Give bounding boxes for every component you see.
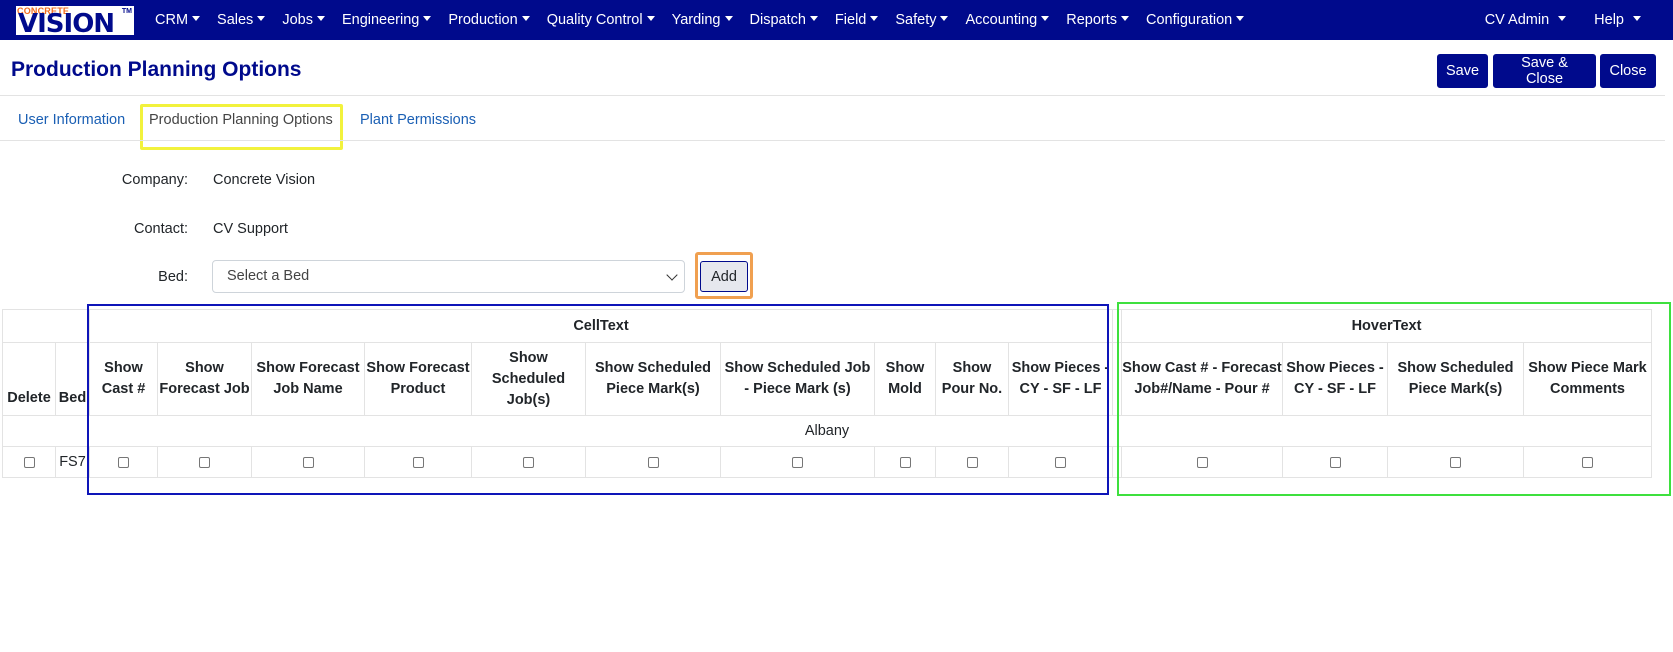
delete-checkbox[interactable] xyxy=(23,456,35,468)
show-scheduled-piece-marks-checkbox[interactable] xyxy=(647,456,659,468)
col-header-show-scheduled-job-piece-mark: Show Scheduled Job - Piece Mark (s) xyxy=(720,342,875,416)
top-navbar: CONCRETE VISION TM CRM Sales Jobs Engine… xyxy=(0,0,1673,40)
col-header-gap xyxy=(1112,342,1122,416)
menu-configuration[interactable]: Configuration xyxy=(1146,12,1244,28)
gap-cell xyxy=(1112,446,1122,478)
logo-main-text: VISION xyxy=(18,9,115,35)
contact-label: Contact: xyxy=(134,221,188,237)
chevron-down-icon xyxy=(666,269,678,281)
logo-trademark: TM xyxy=(121,8,132,15)
menu-crm[interactable]: CRM xyxy=(155,12,200,28)
hover-piece-mark-comments-checkbox[interactable] xyxy=(1582,456,1593,468)
col-header-show-pieces: Show Pieces - CY - SF - LF xyxy=(1008,342,1113,416)
menu-safety[interactable]: Safety xyxy=(895,12,948,28)
tab-production-planning-options[interactable]: Production Planning Options xyxy=(149,112,333,128)
menu-dispatch[interactable]: Dispatch xyxy=(750,12,818,28)
menu-production[interactable]: Production xyxy=(448,12,529,28)
menu-engineering[interactable]: Engineering xyxy=(342,12,431,28)
menu-sales[interactable]: Sales xyxy=(217,12,265,28)
col-header-show-mold: Show Mold xyxy=(874,342,936,416)
col-header-show-pour-no: Show Pour No. xyxy=(935,342,1009,416)
col-header-hover-cast-forecast-pour: Show Cast # - Forecast Job#/Name - Pour … xyxy=(1121,342,1283,416)
show-forecast-job-name-checkbox[interactable] xyxy=(302,456,314,468)
show-scheduled-jobs-checkbox[interactable] xyxy=(523,456,534,468)
col-header-show-cast: Show Cast # xyxy=(89,342,158,416)
menu-yarding[interactable]: Yarding xyxy=(672,12,733,28)
group-header-hovertext: HoverText xyxy=(1121,309,1652,343)
company-value: Concrete Vision xyxy=(213,172,316,188)
hover-pieces-checkbox[interactable] xyxy=(1329,456,1341,468)
add-bed-button[interactable]: Add xyxy=(700,261,748,292)
group-header-celltext: CellText xyxy=(89,309,1113,343)
help-menu[interactable]: Help xyxy=(1594,12,1641,28)
col-header-hover-piece-mark-comments: Show Piece Mark Comments xyxy=(1523,342,1652,416)
save-close-button[interactable]: Save & Close xyxy=(1493,54,1596,88)
plant-group-label: Albany xyxy=(2,415,1652,447)
main-menu: CRM Sales Jobs Engineering Production Qu… xyxy=(155,0,1261,40)
bed-label: Bed: xyxy=(158,269,188,285)
col-header-bed: Bed xyxy=(55,342,90,416)
show-pour-no-checkbox[interactable] xyxy=(966,456,978,468)
hover-cast-forecast-pour-checkbox[interactable] xyxy=(1196,456,1208,468)
user-menu[interactable]: CV Admin xyxy=(1485,12,1566,28)
col-header-hover-pieces: Show Pieces - CY - SF - LF xyxy=(1282,342,1388,416)
user-menu-area: CV Admin Help xyxy=(1457,0,1641,40)
contact-value: CV Support xyxy=(213,221,288,237)
col-header-show-forecast-job: Show Forecast Job xyxy=(157,342,252,416)
group-header-gap xyxy=(1112,309,1122,343)
save-button[interactable]: Save xyxy=(1437,54,1488,88)
table-group-row: Albany xyxy=(2,415,1652,447)
table-row: FS7 xyxy=(2,446,1652,478)
bed-name-cell: FS7 xyxy=(55,446,90,478)
menu-quality-control[interactable]: Quality Control xyxy=(547,12,655,28)
menu-field[interactable]: Field xyxy=(835,12,878,28)
menu-jobs[interactable]: Jobs xyxy=(282,12,325,28)
bed-select[interactable]: Select a Bed xyxy=(212,260,685,293)
concrete-vision-logo[interactable]: CONCRETE VISION TM xyxy=(16,6,134,35)
close-button[interactable]: Close xyxy=(1600,54,1656,88)
tab-plant-permissions[interactable]: Plant Permissions xyxy=(360,112,476,128)
group-header-blank xyxy=(2,309,90,343)
hover-scheduled-piece-marks-checkbox[interactable] xyxy=(1450,456,1461,468)
col-header-hover-scheduled-piece-marks: Show Scheduled Piece Mark(s) xyxy=(1387,342,1524,416)
show-scheduled-job-piece-mark-checkbox[interactable] xyxy=(792,456,803,468)
show-forecast-job-checkbox[interactable] xyxy=(199,456,210,468)
col-header-show-scheduled-jobs: Show Scheduled Job(s) xyxy=(471,342,586,416)
show-forecast-product-checkbox[interactable] xyxy=(412,456,424,468)
show-pieces-checkbox[interactable] xyxy=(1055,456,1066,468)
show-cast-checkbox[interactable] xyxy=(118,456,129,468)
col-header-show-scheduled-piece-marks: Show Scheduled Piece Mark(s) xyxy=(585,342,721,416)
company-label: Company: xyxy=(121,172,188,188)
col-header-delete: Delete xyxy=(2,342,56,416)
show-mold-checkbox[interactable] xyxy=(899,456,911,468)
tab-user-information[interactable]: User Information xyxy=(18,112,125,128)
menu-reports[interactable]: Reports xyxy=(1066,12,1129,28)
menu-accounting[interactable]: Accounting xyxy=(965,12,1049,28)
tabs-divider xyxy=(0,140,1665,141)
page-title: Production Planning Options xyxy=(11,58,302,81)
bed-select-value: Select a Bed xyxy=(227,268,310,284)
col-header-show-forecast-product: Show Forecast Product xyxy=(364,342,472,416)
bed-options-table: CellText HoverText Delete Bed Show Cast … xyxy=(2,309,1652,478)
col-header-show-forecast-job-name: Show Forecast Job Name xyxy=(251,342,365,416)
header-divider xyxy=(0,95,1665,96)
